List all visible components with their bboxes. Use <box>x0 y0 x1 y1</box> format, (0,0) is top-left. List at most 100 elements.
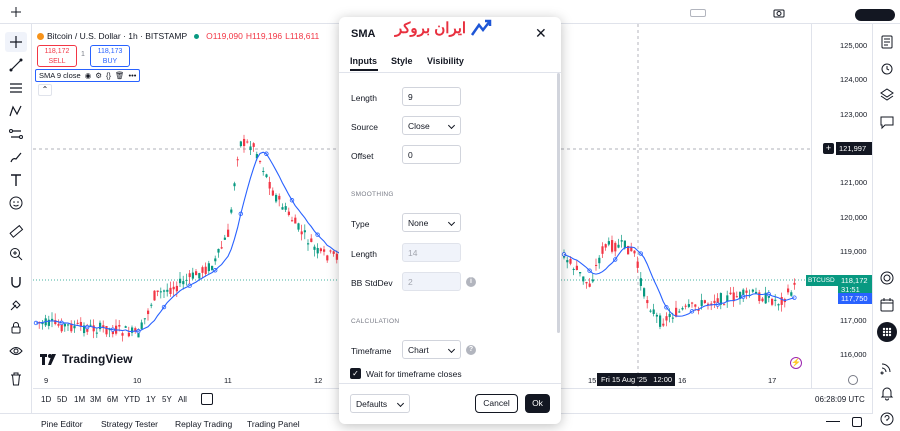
wait-checkbox-label: Wait for timeframe closes <box>366 369 462 379</box>
candle-body <box>671 317 674 319</box>
utc-clock[interactable]: 06:28:09 UTC <box>815 395 865 404</box>
emoji-icon[interactable] <box>5 193 27 213</box>
timeframe-1d[interactable]: 1D <box>41 395 51 404</box>
lock-icon[interactable] <box>5 318 27 338</box>
eye-icon[interactable]: ◉ <box>85 71 92 80</box>
timeframe-1y[interactable]: 1Y <box>146 395 156 404</box>
candle-body <box>121 333 124 336</box>
timeframe-5y[interactable]: 5Y <box>162 395 172 404</box>
bb-stddev-input[interactable]: 2 <box>402 272 461 291</box>
buy-button[interactable]: 118,173 BUY <box>90 45 130 67</box>
symbol-title[interactable]: Bitcoin / U.S. Dollar · 1h · BITSTAMP <box>47 31 187 41</box>
length-input[interactable]: 9 <box>402 87 461 106</box>
sell-button[interactable]: 118,172 SELL <box>37 45 77 67</box>
timeframe-6m[interactable]: 6M <box>107 395 118 404</box>
camera-icon[interactable] <box>773 8 785 20</box>
crosshair-time-label: Fri 15 Aug '25 12:00 <box>597 373 675 386</box>
tab-replay-trading[interactable]: Replay Trading <box>175 419 232 429</box>
apps-grid-icon[interactable] <box>877 322 897 342</box>
candle-body <box>633 250 636 254</box>
tab-pine-editor[interactable]: Pine Editor <box>41 419 83 429</box>
candle-body <box>147 310 150 315</box>
text-tool-icon[interactable] <box>5 170 27 190</box>
candle-body <box>617 244 620 248</box>
candle-body <box>307 243 310 245</box>
timeframe-5d[interactable]: 5D <box>57 395 67 404</box>
pattern-icon[interactable] <box>5 101 27 121</box>
lock-drawings-icon[interactable] <box>5 295 27 315</box>
info-icon[interactable]: i <box>466 277 476 287</box>
tab-visibility[interactable]: Visibility <box>427 56 464 66</box>
candle-body <box>67 324 70 326</box>
tab-strategy-tester[interactable]: Strategy Tester <box>101 419 158 429</box>
alarm-clock-icon[interactable] <box>877 58 897 78</box>
crosshair-toggle-icon[interactable] <box>10 6 22 20</box>
time-label: 15 <box>588 376 597 385</box>
publish-button[interactable] <box>855 9 895 21</box>
trend-line-icon[interactable] <box>5 55 27 75</box>
signal-stream-icon[interactable] <box>877 357 897 377</box>
timeframe-1m[interactable]: 1M <box>74 395 85 404</box>
cancel-button[interactable]: Cancel <box>475 394 518 413</box>
candle-body <box>572 268 575 271</box>
tab-inputs[interactable]: Inputs <box>350 56 377 66</box>
candle-body <box>649 310 652 312</box>
delete-icon[interactable]: 🗑 <box>115 71 125 80</box>
help-icon[interactable] <box>877 409 897 429</box>
sma-legend[interactable]: SMA 9 close ◉ ⚙ {} 🗑 ••• <box>35 69 141 82</box>
ruler-icon[interactable] <box>5 221 27 241</box>
sma-legend-label: SMA 9 close <box>39 71 81 80</box>
timeframe-all[interactable]: All <box>178 395 187 404</box>
candle-body <box>271 190 274 196</box>
close-icon[interactable]: ✕ <box>535 26 547 40</box>
maximize-panel-icon[interactable] <box>852 417 862 427</box>
axis-settings-icon[interactable] <box>848 375 858 385</box>
ok-button[interactable]: Ok <box>525 394 550 413</box>
wait-checkbox[interactable]: ✓ <box>350 368 361 379</box>
smoothing-length-input[interactable]: 14 <box>402 243 461 262</box>
add-alert-plus-icon[interactable]: + <box>823 143 834 154</box>
offset-input[interactable]: 0 <box>402 145 461 164</box>
collapse-legend-icon[interactable]: ⌃ <box>38 84 52 96</box>
candle-body <box>652 309 655 315</box>
price-axis[interactable]: 125,000 124,000 123,000 121,000 120,000 … <box>806 24 872 388</box>
chat-icon[interactable] <box>877 112 897 132</box>
candle-body <box>220 247 223 249</box>
more-icon[interactable]: ••• <box>129 71 137 80</box>
alert-lightning-icon[interactable]: ⚡ <box>790 357 802 369</box>
brush-icon[interactable] <box>5 147 27 167</box>
defaults-dropdown[interactable]: Defaults <box>350 394 410 413</box>
candle-body <box>655 314 658 317</box>
candle-body <box>713 300 716 303</box>
crosshair-tool-icon[interactable] <box>5 32 27 52</box>
minimize-panel-icon[interactable] <box>826 421 840 422</box>
layout-icon[interactable] <box>690 9 706 17</box>
notifications-bell-icon[interactable] <box>877 383 897 403</box>
candle-body <box>303 230 306 233</box>
timeframe-3m[interactable]: 3M <box>90 395 101 404</box>
timeframe-ytd[interactable]: YTD <box>124 395 140 404</box>
calendar-icon[interactable] <box>877 295 897 315</box>
timeframe-select[interactable]: Chart <box>402 340 461 359</box>
layers-icon[interactable] <box>877 84 897 104</box>
eye-icon[interactable] <box>5 341 27 361</box>
scrollbar[interactable] <box>557 73 560 333</box>
trash-icon[interactable] <box>5 369 27 389</box>
prediction-icon[interactable] <box>5 124 27 144</box>
fib-retracement-icon[interactable] <box>5 78 27 98</box>
right-sidebar <box>872 24 900 426</box>
buy-label: BUY <box>102 58 118 65</box>
candle-body <box>335 253 338 260</box>
magnet-icon[interactable] <box>5 272 27 292</box>
smoothing-type-select[interactable]: None <box>402 213 461 232</box>
target-icon[interactable] <box>877 268 897 288</box>
date-range-icon[interactable] <box>201 393 213 405</box>
tab-style[interactable]: Style <box>391 56 413 66</box>
source-select[interactable]: Close <box>402 116 461 135</box>
info-icon[interactable]: ? <box>466 345 476 355</box>
zoom-in-icon[interactable] <box>5 244 27 264</box>
tab-trading-panel[interactable]: Trading Panel <box>247 419 300 429</box>
watchlist-icon[interactable] <box>877 32 897 52</box>
settings-icon[interactable]: ⚙ <box>95 71 102 80</box>
source-code-icon[interactable]: {} <box>106 71 111 80</box>
